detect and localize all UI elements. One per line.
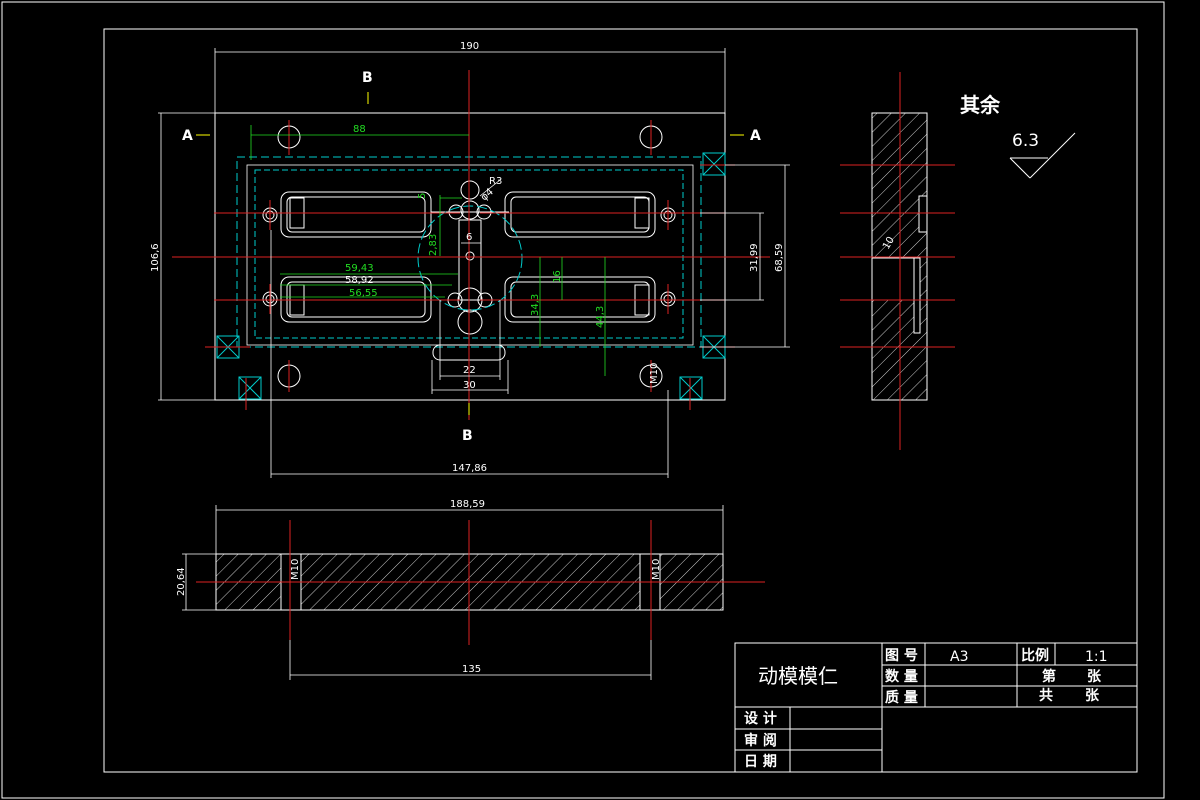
drawing-no-value: A3 [950,649,968,665]
drawing-no-label: 图 号 [885,648,918,664]
dim-14786: 147,86 [452,463,487,474]
dim-2064: 20,64 [176,567,187,596]
dim-30: 30 [463,380,476,391]
roughness-note: 其余 [960,93,1001,117]
dim-5943: 59,43 [345,263,374,274]
title-block [734,642,1138,773]
bottom-center-lines [196,520,765,645]
cad-drawing: A A B B 190 88 106,6 R3 φ4 6 2,83 5 59,4… [1,1,1165,799]
section-b-bottom: B [462,428,473,444]
top-view: A A B B 190 88 106,6 R3 φ4 6 2,83 5 59,4… [150,41,790,478]
dim-106: 106,6 [150,243,161,272]
gate-circle [417,205,523,311]
quantity-label: 数 量 [885,668,918,685]
bottom-view: 188,59 20,64 135 M10 M10 [176,499,765,680]
dim-6859: 68,59 [774,243,785,272]
corner-marks [216,152,726,400]
dim-18859: 188,59 [450,499,485,510]
section-a-right: A [750,128,761,144]
dim-443: 44,3 [595,306,606,328]
dim-5892: 58,92 [345,275,374,286]
dim-283: 2,83 [428,234,439,256]
review-label: 审 阅 [744,732,777,749]
side-view: 10 其余 6.3 [840,72,1076,450]
dim-m10-top: M10 [649,363,660,384]
runner-system [431,180,509,361]
dim-190: 190 [460,41,479,52]
mass-label: 质 量 [885,689,918,706]
side-step-3 [913,257,921,334]
dim-22: 22 [463,365,476,376]
dim-phi4: φ4 [479,187,496,204]
dim-5655: 56,55 [349,288,378,299]
dim-88: 88 [353,124,366,135]
dim-5: 5 [417,193,428,199]
design-label: 设 计 [744,710,777,727]
scale-label: 比例 [1021,647,1049,664]
dim-6: 6 [466,232,472,243]
dim-m10-right: M10 [651,559,662,580]
sheet-label-a: 第 [1042,668,1056,685]
dim-r3: R3 [489,176,502,187]
total-label-a: 共 [1039,687,1053,704]
roughness-value: 6.3 [1012,131,1039,151]
sheet-label-b: 张 [1087,669,1102,685]
section-a-left: A [182,128,193,144]
side-step-2 [871,257,915,301]
scale-value: 1:1 [1085,649,1108,665]
dim-16: 16 [552,270,563,283]
dim-3199: 31,99 [749,243,760,272]
section-b-top: B [362,70,373,86]
side-step-1 [918,195,928,233]
dim-135: 135 [462,664,481,675]
dim-m10-left: M10 [290,559,301,580]
dim-343: 34,3 [530,294,541,316]
part-name: 动模模仁 [758,664,838,688]
date-label: 日 期 [744,754,777,770]
total-label-b: 张 [1085,688,1100,704]
